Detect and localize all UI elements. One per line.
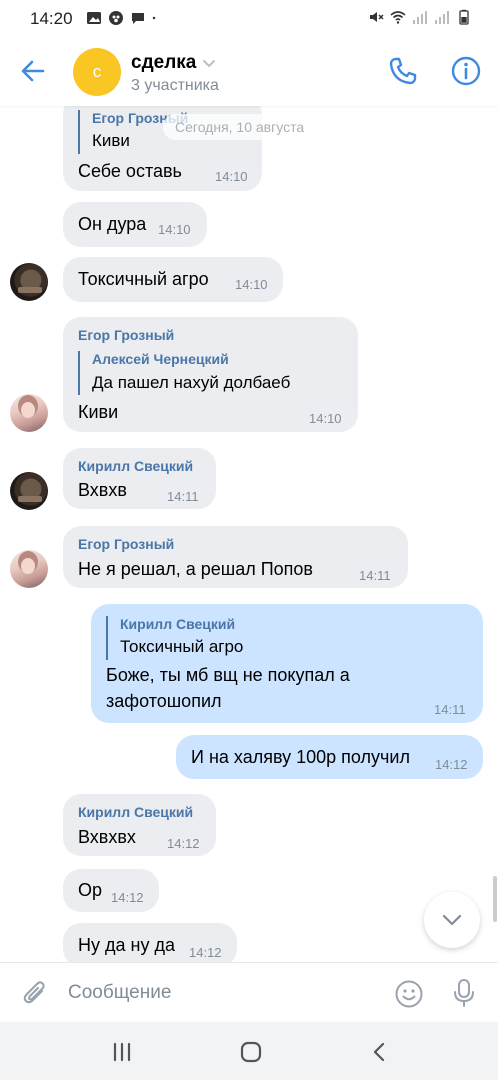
quote-text: Да пашел нахуй долбаеб xyxy=(92,373,291,392)
message-time: 14:10 xyxy=(215,169,248,184)
home-icon[interactable] xyxy=(237,1038,265,1066)
avatar[interactable] xyxy=(10,472,48,510)
outgoing-message-bubble[interactable]: Кирилл Свецкий Токсичный агро Боже, ты м… xyxy=(91,604,483,723)
paw-icon xyxy=(109,11,123,25)
message-time: 14:12 xyxy=(111,890,144,905)
message-time: 14:11 xyxy=(167,489,199,504)
message-text-line: Боже, ты мб вщ не покупал а xyxy=(106,665,350,685)
chat-icon xyxy=(132,13,144,24)
message-author[interactable]: Кирилл Свецкий xyxy=(78,458,193,474)
paperclip-icon[interactable] xyxy=(20,978,50,1008)
battery-icon xyxy=(459,9,469,25)
message-bubble[interactable]: Егор Грозный Алексей Чернецкий Да пашел … xyxy=(63,317,358,432)
quote-bar xyxy=(78,110,80,154)
message-bubble[interactable]: Ор 14:12 xyxy=(63,869,159,912)
microphone-icon[interactable] xyxy=(449,977,479,1009)
quote-author[interactable]: Алексей Чернецкий xyxy=(92,351,229,367)
message-time: 14:12 xyxy=(167,836,200,851)
dot-icon xyxy=(152,16,156,20)
status-time: 14:20 xyxy=(30,9,73,28)
back-arrow-icon[interactable] xyxy=(16,54,50,88)
message-text: Вхвхвх xyxy=(78,827,136,847)
message-text: Ну да ну да xyxy=(78,935,175,955)
quote-author[interactable]: Кирилл Свецкий xyxy=(120,616,235,632)
wifi-icon xyxy=(390,11,406,24)
message-time: 14:11 xyxy=(434,702,466,717)
avatar[interactable] xyxy=(10,394,48,432)
chat-subtitle: 3 участника xyxy=(131,77,219,94)
system-navigation-bar xyxy=(0,1022,498,1080)
message-bubble[interactable]: Он дура 14:10 xyxy=(63,202,207,247)
message-text: Токсичный агро xyxy=(78,269,209,289)
chat-header: с сделка 3 участника xyxy=(0,36,498,106)
notification-icons xyxy=(86,10,160,26)
outgoing-message-bubble[interactable]: И на халяву 100р получил 14:12 xyxy=(176,735,483,779)
message-time: 14:11 xyxy=(359,568,391,583)
message-time: 14:10 xyxy=(235,277,268,292)
message-text-line: зафотошопил xyxy=(106,691,222,711)
avatar[interactable] xyxy=(10,263,48,301)
system-icons xyxy=(368,9,472,25)
quote-text: Киви xyxy=(92,131,130,150)
info-icon[interactable] xyxy=(449,54,483,88)
signal-icon xyxy=(413,11,427,24)
message-input[interactable] xyxy=(68,975,368,1011)
message-list[interactable]: Егор Грозный Киви Себе оставь 14:10 Сего… xyxy=(0,106,498,962)
message-bubble[interactable]: Кирилл Свецкий Вхвхв 14:11 xyxy=(63,448,216,509)
message-text: Не я решал, а решал Попов xyxy=(78,559,313,579)
message-author[interactable]: Егор Грозный xyxy=(78,327,174,343)
scrollbar[interactable] xyxy=(493,876,497,922)
message-bubble[interactable]: Ну да ну да 14:12 xyxy=(63,923,237,962)
quote-bar xyxy=(78,351,80,395)
phone-icon[interactable] xyxy=(386,54,420,88)
quote-text: Токсичный агро xyxy=(120,637,244,656)
date-divider: Сегодня, 10 августа xyxy=(163,114,317,140)
back-icon[interactable] xyxy=(366,1038,394,1066)
chevron-down-icon[interactable] xyxy=(201,56,217,72)
gallery-icon xyxy=(87,12,101,24)
mute-icon xyxy=(370,12,384,22)
chat-avatar[interactable]: с xyxy=(73,48,121,96)
chevron-down-icon xyxy=(442,914,462,926)
avatar[interactable] xyxy=(10,550,48,588)
recents-icon[interactable] xyxy=(108,1038,136,1066)
message-time: 14:10 xyxy=(158,222,191,237)
message-text: Он дура xyxy=(78,214,147,234)
smile-icon[interactable] xyxy=(394,979,424,1009)
message-bubble[interactable]: Кирилл Свецкий Вхвхвх 14:12 xyxy=(63,794,216,856)
scroll-down-button[interactable] xyxy=(424,892,480,948)
quote-bar xyxy=(106,616,108,660)
message-author[interactable]: Егор Грозный xyxy=(78,536,174,552)
message-bubble[interactable]: Егор Грозный Не я решал, а решал Попов 1… xyxy=(63,526,408,588)
message-time: 14:12 xyxy=(435,757,468,772)
message-text: Киви xyxy=(78,402,119,422)
status-bar: 14:20 xyxy=(0,0,498,36)
message-time: 14:12 xyxy=(189,945,222,960)
message-author[interactable]: Кирилл Свецкий xyxy=(78,804,193,820)
message-text: Ор xyxy=(78,880,103,900)
message-composer xyxy=(0,962,498,1022)
message-text: Вхвхв xyxy=(78,480,127,500)
message-text: И на халяву 100р получил xyxy=(191,747,410,767)
message-bubble[interactable]: Токсичный агро 14:10 xyxy=(63,257,283,302)
signal-icon xyxy=(435,11,449,24)
message-text: Себе оставь xyxy=(78,161,182,181)
message-time: 14:10 xyxy=(309,411,342,426)
chat-title[interactable]: сделка xyxy=(131,52,196,74)
